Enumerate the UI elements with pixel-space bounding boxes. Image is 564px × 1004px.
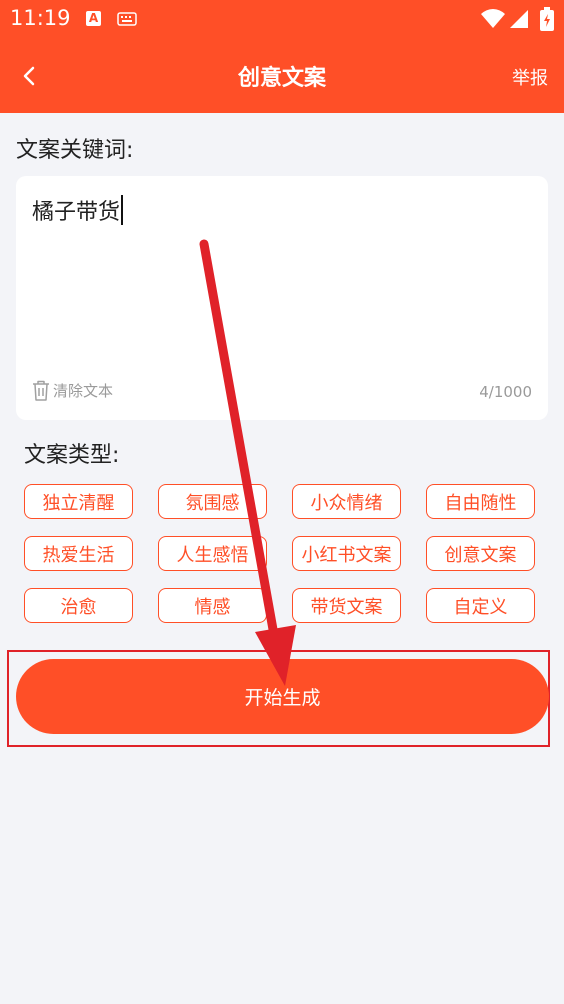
signal-icon [510, 10, 528, 28]
type-tag[interactable]: 自由随性 [426, 484, 535, 519]
type-tag[interactable]: 情感 [158, 588, 267, 623]
type-tag[interactable]: 热爱生活 [24, 536, 133, 571]
page-title: 创意文案 [237, 66, 326, 91]
status-bar: 11:19 A [0, 0, 564, 38]
keyword-input[interactable]: 橘子带货 [32, 194, 124, 226]
type-tag[interactable]: 小众情绪 [292, 484, 401, 519]
clear-text-label: 清除文本 [53, 382, 114, 400]
wifi-icon [481, 9, 505, 28]
report-button[interactable]: 举报 [512, 64, 548, 90]
app-bar: 11:19 A 创意文案 举报 [0, 0, 564, 113]
start-generate-button[interactable]: 开始生成 [16, 659, 549, 734]
type-tag[interactable]: 创意文案 [426, 536, 535, 571]
keyboard-icon [117, 12, 137, 26]
start-generate-label: 开始生成 [244, 687, 321, 709]
type-tag[interactable]: 带货文案 [292, 588, 401, 623]
type-tag-grid: 独立清醒 氛围感 小众情绪 自由随性 热爱生活 人生感悟 小红书文案 创意文案 … [24, 484, 536, 623]
type-tag[interactable]: 人生感悟 [158, 536, 267, 571]
clear-text-button[interactable]: 清除文本 [32, 380, 113, 401]
keyword-input-value: 橘子带货 [32, 200, 121, 225]
keyword-text-area[interactable]: 橘子带货 清除文本 4/1000 [16, 176, 548, 420]
keyword-label: 文案关键词: [16, 138, 134, 163]
type-tag[interactable]: 治愈 [24, 588, 133, 623]
text-cursor [121, 195, 124, 225]
character-counter: 4/1000 [479, 383, 532, 401]
status-time: 11:19 [10, 6, 71, 30]
type-tag[interactable]: 自定义 [426, 588, 535, 623]
type-tag[interactable]: 独立清醒 [24, 484, 133, 519]
a-notification-icon: A [86, 11, 101, 26]
type-tag[interactable]: 氛围感 [158, 484, 267, 519]
battery-icon [540, 7, 554, 31]
type-tag[interactable]: 小红书文案 [292, 536, 401, 571]
type-label: 文案类型: [24, 443, 120, 468]
trash-icon [33, 380, 49, 401]
